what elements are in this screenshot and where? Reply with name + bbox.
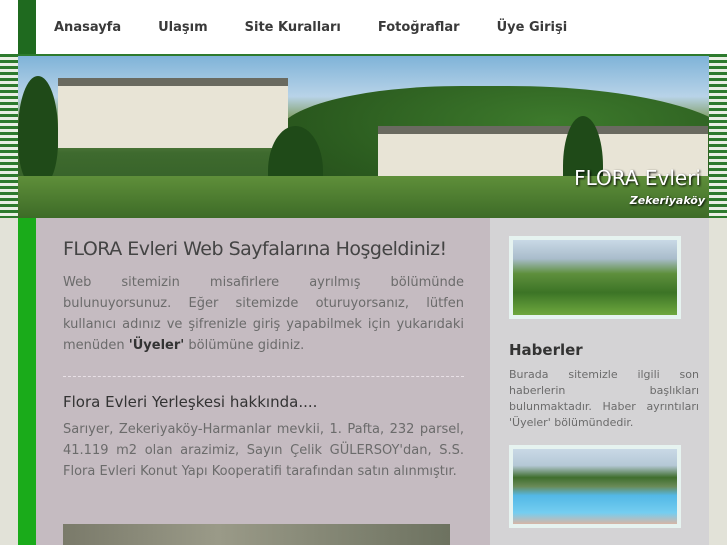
main-menu: Anasayfa Ulaşım Site Kuralları Fotoğrafl… — [36, 0, 586, 54]
banner-subtitle: Zekeriyaköy — [629, 194, 705, 207]
welcome-paragraph: Web sitemizin misafirlere ayrılmış bölüm… — [63, 272, 464, 356]
page-title: FLORA Evleri Web Sayfalarına Hoşgeldiniz… — [63, 238, 447, 260]
banner-tree — [18, 76, 58, 186]
welcome-text-end: bölümüne gidiniz. — [184, 338, 305, 353]
members-reference: 'Üyeler' — [128, 338, 185, 353]
nav-link-anasayfa[interactable]: Anasayfa — [54, 20, 121, 35]
section-divider — [63, 376, 464, 377]
nav-link-site-kurallari[interactable]: Site Kuralları — [245, 20, 341, 35]
banner-building-left — [58, 78, 288, 148]
aerial-photo — [63, 524, 450, 545]
sidebar-photo-garden[interactable] — [509, 236, 681, 319]
section-heading: Flora Evleri Yerleşkesi hakkında.... — [63, 393, 318, 411]
news-text: Burada sitemizle ilgili son haberlerin b… — [509, 368, 699, 429]
nav-link-ulasim[interactable]: Ulaşım — [158, 20, 208, 35]
news-heading: Haberler — [509, 341, 583, 359]
nav-link-fotograflar[interactable]: Fotoğraflar — [378, 20, 460, 35]
top-navigation-bar: Anasayfa Ulaşım Site Kuralları Fotoğrafl… — [0, 0, 727, 54]
banner-frame: FLORA Evleri Zekeriyaköy — [0, 54, 727, 218]
left-accent-strip — [18, 218, 36, 545]
banner-photo: FLORA Evleri Zekeriyaköy — [18, 56, 709, 218]
right-margin — [709, 218, 727, 545]
sidebar-photo-pool[interactable] — [509, 445, 681, 528]
main-content: FLORA Evleri Web Sayfalarına Hoşgeldiniz… — [36, 218, 490, 545]
section-paragraph: Sarıyer, Zekeriyaköy-Harmanlar mevkii, 1… — [63, 422, 464, 479]
nav-accent-strip — [18, 0, 36, 54]
nav-link-uye-girisi[interactable]: Üye Girişi — [497, 20, 568, 35]
sidebar: Haberler Burada sitemizle ilgili son hab… — [490, 218, 709, 545]
banner-title: FLORA Evleri — [574, 166, 701, 190]
